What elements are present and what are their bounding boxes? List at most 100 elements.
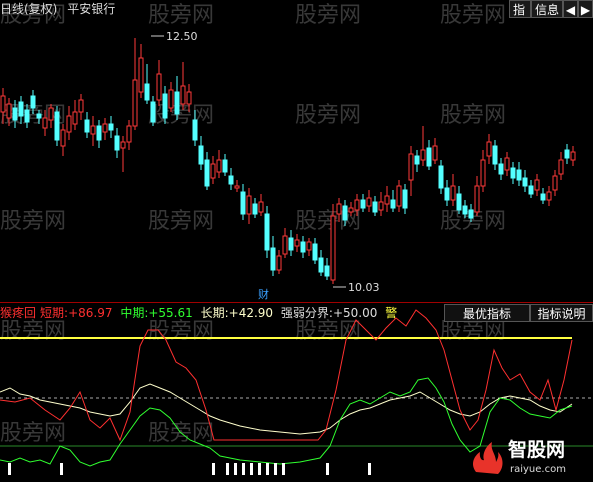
candle-body <box>348 207 354 213</box>
signal-bar <box>60 463 63 475</box>
candle-body <box>432 145 438 161</box>
candle-body <box>258 201 264 213</box>
candle-body <box>306 241 312 251</box>
finance-marker: 财 <box>258 287 269 301</box>
candle-body <box>282 235 288 255</box>
candle-body <box>318 257 324 273</box>
signal-bar <box>8 463 11 475</box>
nav-back-icon[interactable]: ◀ <box>563 0 578 18</box>
watermark-text: 股旁网 <box>0 421 66 446</box>
candle-body <box>102 123 108 133</box>
signal-bar <box>226 463 229 475</box>
candle-body <box>504 157 510 171</box>
candle-body <box>552 175 558 191</box>
candle-body <box>420 149 426 161</box>
threshold-value: +50.00 <box>332 306 378 320</box>
candle-body <box>72 111 78 125</box>
mid-value: +55.61 <box>148 306 193 320</box>
logo-brand: 智股网 <box>508 438 565 461</box>
candle-body <box>210 163 216 179</box>
candle-body <box>126 125 132 143</box>
candle-body <box>372 201 378 213</box>
candle-body <box>240 191 246 215</box>
candle-body <box>246 195 252 215</box>
candle-body <box>384 195 390 205</box>
candle-body <box>150 101 156 123</box>
signal-bar <box>234 463 237 475</box>
candle-body <box>180 85 186 105</box>
chart-canvas[interactable]: 股旁网 股旁网 股旁网 股旁网股旁网 股旁网 股旁网 股旁网股旁网 股旁网 股旁网 股旁网股旁网股… <box>0 0 593 478</box>
candle-body <box>252 203 258 215</box>
candle-body <box>84 119 90 133</box>
candle-body <box>312 243 318 261</box>
long-label: 长期: <box>200 306 229 320</box>
candle-body <box>288 237 294 251</box>
candle-body <box>564 149 570 159</box>
signal-bar <box>326 463 329 475</box>
candle-body <box>468 209 474 219</box>
candle-body <box>24 109 30 123</box>
candle-body <box>558 159 564 175</box>
watermark-text: 股旁网 <box>295 3 361 28</box>
candle-body <box>294 239 300 247</box>
best-indicator-button[interactable]: 最优指标 <box>444 304 530 322</box>
candle-body <box>96 125 102 141</box>
candle-body <box>30 95 36 109</box>
candle-body <box>516 169 522 181</box>
signal-bar <box>212 463 215 475</box>
candle-body <box>522 177 528 187</box>
candle-body <box>396 185 402 207</box>
candle-body <box>390 199 396 209</box>
candle-body <box>186 91 192 105</box>
candle-body <box>414 155 420 165</box>
candle-body <box>444 187 450 201</box>
candle-body <box>276 255 282 271</box>
info-button[interactable]: 信息 <box>531 0 563 18</box>
watermark-text: 股旁网 <box>148 421 214 446</box>
min-price-label: 10.03 <box>348 281 380 294</box>
candle-body <box>270 247 276 271</box>
candle-body <box>402 189 408 209</box>
candle-body <box>114 135 120 151</box>
candle-body <box>450 185 456 201</box>
logo-url: raiyue.com <box>510 464 566 475</box>
candle-body <box>54 111 60 141</box>
site-logo: 智股网 raiyue.com <box>468 428 593 478</box>
watermark-text: 股旁网 <box>148 103 214 128</box>
watermark-text: 股旁网 <box>295 103 361 128</box>
stock-name: 平安银行 <box>67 2 116 16</box>
signal-bar <box>368 463 371 475</box>
candle-body <box>492 145 498 165</box>
candle-body <box>204 159 210 187</box>
pane-divider[interactable] <box>0 302 593 303</box>
threshold-label: 强弱分界: <box>280 306 333 320</box>
watermark-text: 股旁网 <box>148 319 214 344</box>
candle-body <box>234 185 240 189</box>
chart-header: 日线(复权) 平安银行 <box>0 0 121 18</box>
candle-body <box>6 103 12 119</box>
indicator-signal-bars <box>8 463 371 475</box>
watermark-text: 股旁网 <box>440 3 506 28</box>
nav-forward-icon[interactable]: ▶ <box>578 0 593 18</box>
candle-body <box>264 213 270 251</box>
candle-body <box>162 93 168 119</box>
indicator-name: 猴疼回 <box>0 306 37 320</box>
signal-bar <box>250 463 253 475</box>
candle-body <box>336 203 342 215</box>
candle-body <box>108 123 114 131</box>
watermark-text: 股旁网 <box>0 209 66 234</box>
candle-body <box>0 95 6 113</box>
candle-body <box>36 113 42 119</box>
index-button[interactable]: 指 <box>509 0 531 18</box>
candle-body <box>60 129 66 147</box>
indicator-explain-button[interactable]: 指标说明 <box>530 304 593 322</box>
candle-body <box>192 119 198 141</box>
candle-body <box>18 101 24 117</box>
watermark-text: 股旁网 <box>0 319 66 344</box>
signal-bar <box>274 463 277 475</box>
candle-body <box>42 117 48 129</box>
candle-body <box>510 167 516 179</box>
candle-body <box>480 159 486 187</box>
candle-body <box>48 107 54 121</box>
candle-body <box>228 175 234 185</box>
